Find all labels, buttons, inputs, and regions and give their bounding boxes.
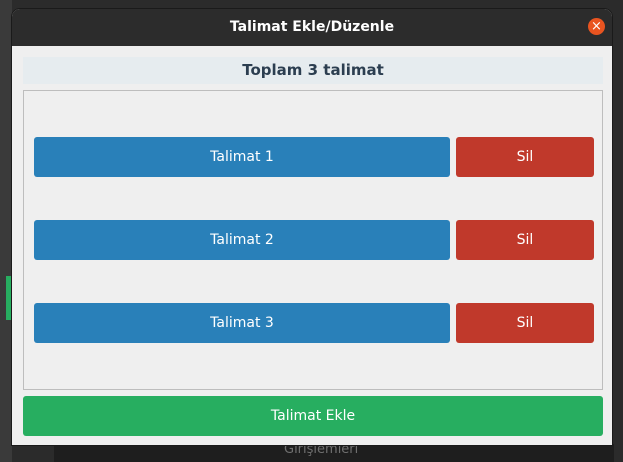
title-bar: Talimat Ekle/Düzenle ×	[12, 9, 612, 46]
instruction-button[interactable]: Talimat 1	[34, 137, 450, 177]
add-instruction-button[interactable]: Talimat Ekle	[23, 396, 603, 436]
instruction-button[interactable]: Talimat 3	[34, 303, 450, 343]
list-item: Talimat 3 Sil	[34, 303, 594, 343]
list-item: Talimat 1 Sil	[34, 137, 594, 177]
instruction-button[interactable]: Talimat 2	[34, 220, 450, 260]
close-icon: ×	[591, 19, 602, 34]
delete-button[interactable]: Sil	[456, 137, 594, 177]
instruction-dialog: Talimat Ekle/Düzenle × Toplam 3 talimat …	[12, 9, 612, 445]
delete-button[interactable]: Sil	[456, 220, 594, 260]
background-window-edge	[0, 0, 12, 462]
background-text: Girişlemleri	[284, 444, 359, 457]
close-button[interactable]: ×	[588, 18, 605, 35]
instruction-list: Talimat 1 Sil Talimat 2 Sil Talimat 3 Si…	[23, 90, 603, 390]
dialog-title: Talimat Ekle/Düzenle	[229, 19, 395, 35]
summary-banner: Toplam 3 talimat	[23, 57, 603, 84]
delete-button[interactable]: Sil	[456, 303, 594, 343]
instruction-count: Toplam 3 talimat	[242, 61, 384, 79]
list-item: Talimat 2 Sil	[34, 220, 594, 260]
background-window-bottom: Girişlemleri	[54, 444, 614, 462]
